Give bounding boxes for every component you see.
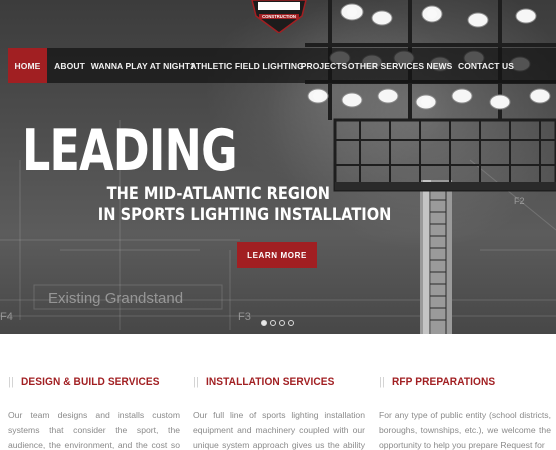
nav-item-news[interactable]: NEWS bbox=[424, 48, 455, 83]
hero-subline-1: THE MID-ATLANTIC REGION bbox=[106, 184, 330, 204]
hero-subline-2: IN SPORTS LIGHTING INSTALLATION bbox=[97, 205, 392, 225]
nav-item-projects[interactable]: PROJECTS bbox=[300, 48, 348, 83]
company-logo[interactable]: CONSTRUCTION bbox=[248, 0, 310, 33]
hero-slider: Existing Grandstand F4 F3 F2 CONSTRUCTIO… bbox=[0, 0, 556, 334]
sketch-mark-f3: F3 bbox=[238, 311, 251, 323]
sketch-mark-f4: F4 bbox=[0, 311, 13, 323]
nav-item-contact-us[interactable]: CONTACT US bbox=[455, 48, 517, 83]
slider-dot-4[interactable] bbox=[288, 320, 294, 326]
feature-title[interactable]: || DESIGN & BUILD SERVICES bbox=[8, 376, 172, 388]
feature-title-text: RFP PREPARATIONS bbox=[391, 376, 496, 388]
nav-item-athletic-field-lighting[interactable]: ATHLETIC FIELD LIGHTING bbox=[190, 48, 303, 83]
learn-more-button[interactable]: LEARN MORE bbox=[237, 242, 317, 268]
hero-headline: LEADING bbox=[22, 118, 238, 184]
nav-item-home[interactable]: HOME bbox=[8, 48, 47, 83]
slider-dot-1[interactable] bbox=[261, 320, 267, 326]
logo-text: CONSTRUCTION bbox=[262, 14, 296, 19]
nav-item-other-services[interactable]: OTHER SERVICES bbox=[348, 48, 424, 83]
slider-pagination bbox=[261, 320, 294, 326]
slider-dot-3[interactable] bbox=[279, 320, 285, 326]
sketch-mark-f2: F2 bbox=[514, 196, 525, 206]
title-divider: || bbox=[193, 376, 199, 388]
nav-item-wanna-play-at-night[interactable]: WANNA PLAY AT NIGHT? bbox=[91, 48, 196, 83]
main-navigation: HOME ABOUT WANNA PLAY AT NIGHT? ATHLETIC… bbox=[8, 48, 556, 83]
title-divider: || bbox=[8, 376, 14, 388]
feature-description: Our full line of sports lighting install… bbox=[193, 410, 365, 450]
slider-dot-2[interactable] bbox=[270, 320, 276, 326]
feature-title[interactable]: || INSTALLATION SERVICES bbox=[193, 376, 346, 388]
feature-description: Our team designs and installs custom sys… bbox=[8, 410, 180, 450]
feature-title-text: INSTALLATION SERVICES bbox=[205, 376, 335, 388]
nav-item-about[interactable]: ABOUT bbox=[47, 48, 92, 83]
features-section: || DESIGN & BUILD SERVICES Our team desig… bbox=[0, 334, 556, 450]
feature-title[interactable]: || RFP PREPARATIONS bbox=[379, 376, 504, 388]
sketch-grandstand-label: Existing Grandstand bbox=[48, 290, 184, 307]
title-divider: || bbox=[379, 376, 385, 388]
feature-title-text: DESIGN & BUILD SERVICES bbox=[20, 376, 160, 388]
feature-description: For any type of public entity (school di… bbox=[379, 410, 551, 450]
